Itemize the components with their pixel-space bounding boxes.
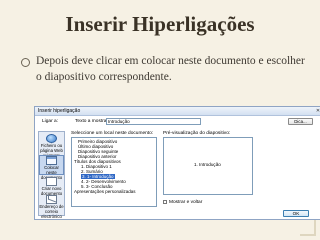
slide-title: Inserir Hiperligações [65, 12, 255, 36]
place-in-document-label: Seleccione um local neste documento: [71, 131, 154, 136]
dialog-title: Inserir hiperligação [38, 108, 81, 114]
tree-item[interactable]: Apresentações personalizadas [72, 189, 156, 194]
document-icon [46, 156, 57, 165]
place-in-document-tree: Primeiro diapositivo Último diapositivo … [71, 137, 157, 207]
globe-icon [46, 134, 57, 143]
slide-preview: 1. Introdução [163, 137, 253, 195]
show-return-label: Mostrar e voltar [169, 200, 203, 205]
link-to-this-document-item[interactable]: Colocar neste documento [39, 155, 64, 179]
close-icon[interactable]: ✕ [313, 108, 320, 114]
bullet-text: Depois deve clicar em colocar neste docu… [36, 55, 305, 83]
screen-tip-button[interactable]: Dica... [288, 118, 313, 125]
text-to-show-input[interactable]: Introdução [106, 118, 201, 125]
bullet-icon [21, 58, 30, 67]
link-to-new-document-item[interactable]: Criar novo documento [39, 177, 64, 197]
text-to-show-label: Texto a mostrar: [75, 119, 110, 124]
slide-preview-label: Pré-visualização do diapositivo: [163, 131, 231, 136]
preview-text: 1. Introdução [194, 162, 221, 167]
dialog-titlebar: Inserir hiperligação ✕ [35, 107, 320, 116]
mail-icon [46, 195, 57, 204]
link-to-bar: Ficheiro ou página Web existente Colocar… [38, 131, 65, 219]
link-bar-label: Endereço de correio electrónico [39, 204, 64, 219]
ok-button[interactable]: OK [283, 210, 309, 217]
insert-hyperlink-dialog: Inserir hiperligação ✕ Ligar a: Texto a … [34, 106, 320, 220]
show-return-checkbox[interactable] [163, 200, 167, 204]
new-document-icon [46, 177, 57, 186]
link-to-email-item[interactable]: Endereço de correio electrónico [39, 195, 64, 219]
slide-corner-ornament [300, 220, 316, 236]
link-to-label: Ligar a: [42, 119, 58, 124]
